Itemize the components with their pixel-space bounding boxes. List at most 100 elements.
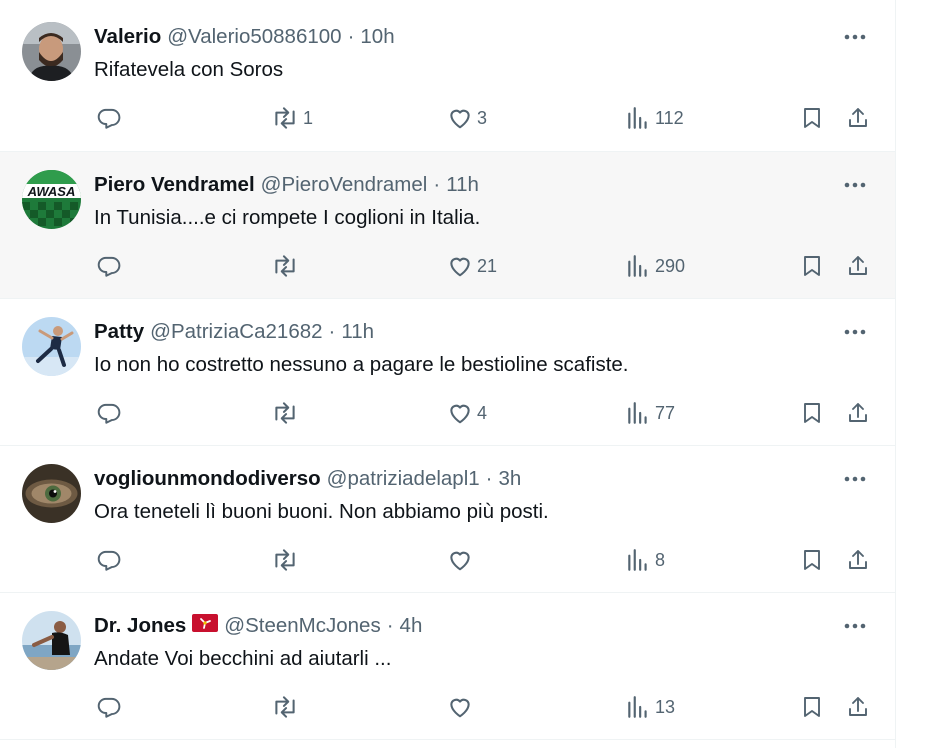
bookmark-button[interactable] [800, 251, 824, 281]
author-name[interactable]: Dr. Jones [94, 614, 186, 638]
bookmark-button[interactable] [800, 545, 824, 575]
bookmark-button[interactable] [800, 398, 824, 428]
separator: · [347, 25, 355, 48]
views-count: 13 [655, 696, 676, 717]
action-bar: 1 3 112 [0, 103, 895, 133]
retweet-icon [275, 549, 295, 571]
author-handle[interactable]: @PieroVendramel [261, 173, 428, 197]
avatar-kawasaki-icon: AWASA [22, 170, 81, 229]
views-button[interactable]: 13 [625, 692, 675, 722]
retweet-button[interactable] [271, 251, 303, 281]
analytics-icon [628, 402, 647, 424]
reply-tweet[interactable]: vogliounmondodiverso @patriziadelapl1 · … [0, 446, 895, 593]
reply-icon [97, 108, 121, 129]
tweet-header: vogliounmondodiverso @patriziadelapl1 · … [94, 466, 521, 492]
avatar[interactable] [22, 317, 81, 376]
avatar-man-sea-icon [22, 611, 81, 670]
heart-icon [450, 404, 470, 424]
tweet-text: Io non ho costretto nessuno a pagare le … [94, 353, 629, 376]
avatar[interactable] [22, 464, 81, 523]
bookmark-icon [804, 256, 820, 276]
more-options-button[interactable] [841, 27, 869, 47]
author-handle[interactable]: @SteenMcJones [224, 614, 380, 638]
avatar[interactable] [22, 22, 81, 81]
share-button[interactable] [846, 251, 870, 281]
retweet-button[interactable] [271, 398, 303, 428]
bookmark-button[interactable] [800, 103, 824, 133]
separator: · [433, 173, 441, 196]
like-button[interactable]: 21 [447, 251, 497, 281]
retweet-button[interactable]: 1 [271, 103, 313, 133]
views-button[interactable]: 8 [625, 545, 665, 575]
avatar-valerio-icon [22, 22, 81, 81]
like-button[interactable] [447, 692, 477, 722]
reply-tweet[interactable]: AWASA Piero Vendramel @PieroVendramel · … [0, 152, 895, 299]
author-name[interactable]: Piero Vendramel [94, 173, 255, 197]
author-handle[interactable]: @patriziadelapl1 [327, 467, 480, 491]
like-button[interactable]: 3 [447, 103, 487, 133]
action-bar: 8 [0, 545, 895, 575]
like-button[interactable]: 4 [447, 398, 487, 428]
share-icon [849, 403, 867, 422]
retweet-button[interactable] [271, 545, 303, 575]
views-button[interactable]: 290 [625, 251, 685, 281]
author-name[interactable]: Valerio [94, 25, 161, 49]
tweet-text: Andate Voi becchini ad aiutarli ... [94, 647, 392, 670]
avatar-logo-text: AWASA [27, 184, 76, 199]
avatar[interactable]: AWASA [22, 170, 81, 229]
timestamp[interactable]: 4h [400, 614, 423, 638]
share-icon [849, 697, 867, 716]
heart-icon [450, 257, 470, 277]
bookmark-button[interactable] [800, 692, 824, 722]
timestamp[interactable]: 10h [360, 25, 394, 49]
retweet-icon [275, 402, 295, 424]
share-button[interactable] [846, 545, 870, 575]
author-name[interactable]: vogliounmondodiverso [94, 467, 321, 491]
retweet-icon [275, 696, 295, 718]
more-options-button[interactable] [841, 175, 869, 195]
retweet-count: 1 [303, 107, 314, 128]
retweet-icon [275, 255, 295, 277]
tweet-header: Piero Vendramel @PieroVendramel · 11h [94, 172, 479, 198]
views-button[interactable]: 77 [625, 398, 675, 428]
reply-button[interactable] [96, 398, 122, 428]
like-count: 3 [477, 107, 488, 128]
reply-icon [97, 550, 121, 571]
views-button[interactable]: 112 [625, 103, 684, 133]
more-options-button[interactable] [841, 616, 869, 636]
more-options-button[interactable] [841, 322, 869, 342]
author-handle[interactable]: @Valerio50886100 [167, 25, 341, 49]
more-options-button[interactable] [841, 469, 869, 489]
reply-button[interactable] [96, 251, 122, 281]
reply-tweet[interactable]: Patty @PatriziaCa21682 · 11h Io non ho c… [0, 299, 895, 446]
tweet-header: Valerio @Valerio50886100 · 10h [94, 24, 395, 50]
author-handle[interactable]: @PatriziaCa21682 [150, 320, 322, 344]
share-button[interactable] [846, 398, 870, 428]
reply-button[interactable] [96, 545, 122, 575]
reply-tweet[interactable]: Valerio @Valerio50886100 · 10h Rifatevel… [0, 0, 895, 152]
like-count: 21 [477, 255, 498, 276]
bookmark-icon [804, 403, 820, 423]
like-count: 4 [477, 402, 488, 423]
timestamp[interactable]: 11h [341, 320, 374, 344]
heart-icon [450, 551, 470, 571]
heart-icon [450, 698, 470, 718]
reply-tweet[interactable]: Dr. Jones @SteenMcJones · 4h Andate Voi … [0, 593, 895, 740]
reply-button[interactable] [96, 103, 122, 133]
retweet-button[interactable] [271, 692, 303, 722]
share-button[interactable] [846, 692, 870, 722]
timestamp[interactable]: 11h [446, 173, 479, 197]
reply-icon [97, 256, 121, 277]
like-button[interactable] [447, 545, 477, 575]
avatar-eye-icon [22, 464, 81, 523]
reply-button[interactable] [96, 692, 122, 722]
author-name[interactable]: Patty [94, 320, 144, 344]
share-button[interactable] [846, 103, 870, 133]
avatar[interactable] [22, 611, 81, 670]
timestamp[interactable]: 3h [499, 467, 522, 491]
tweet-text: Ora teneteli lì buoni buoni. Non abbiamo… [94, 500, 549, 523]
action-bar: 4 77 [0, 398, 895, 428]
more-icon [844, 476, 866, 482]
bookmark-icon [804, 108, 820, 128]
separator: · [485, 467, 493, 490]
